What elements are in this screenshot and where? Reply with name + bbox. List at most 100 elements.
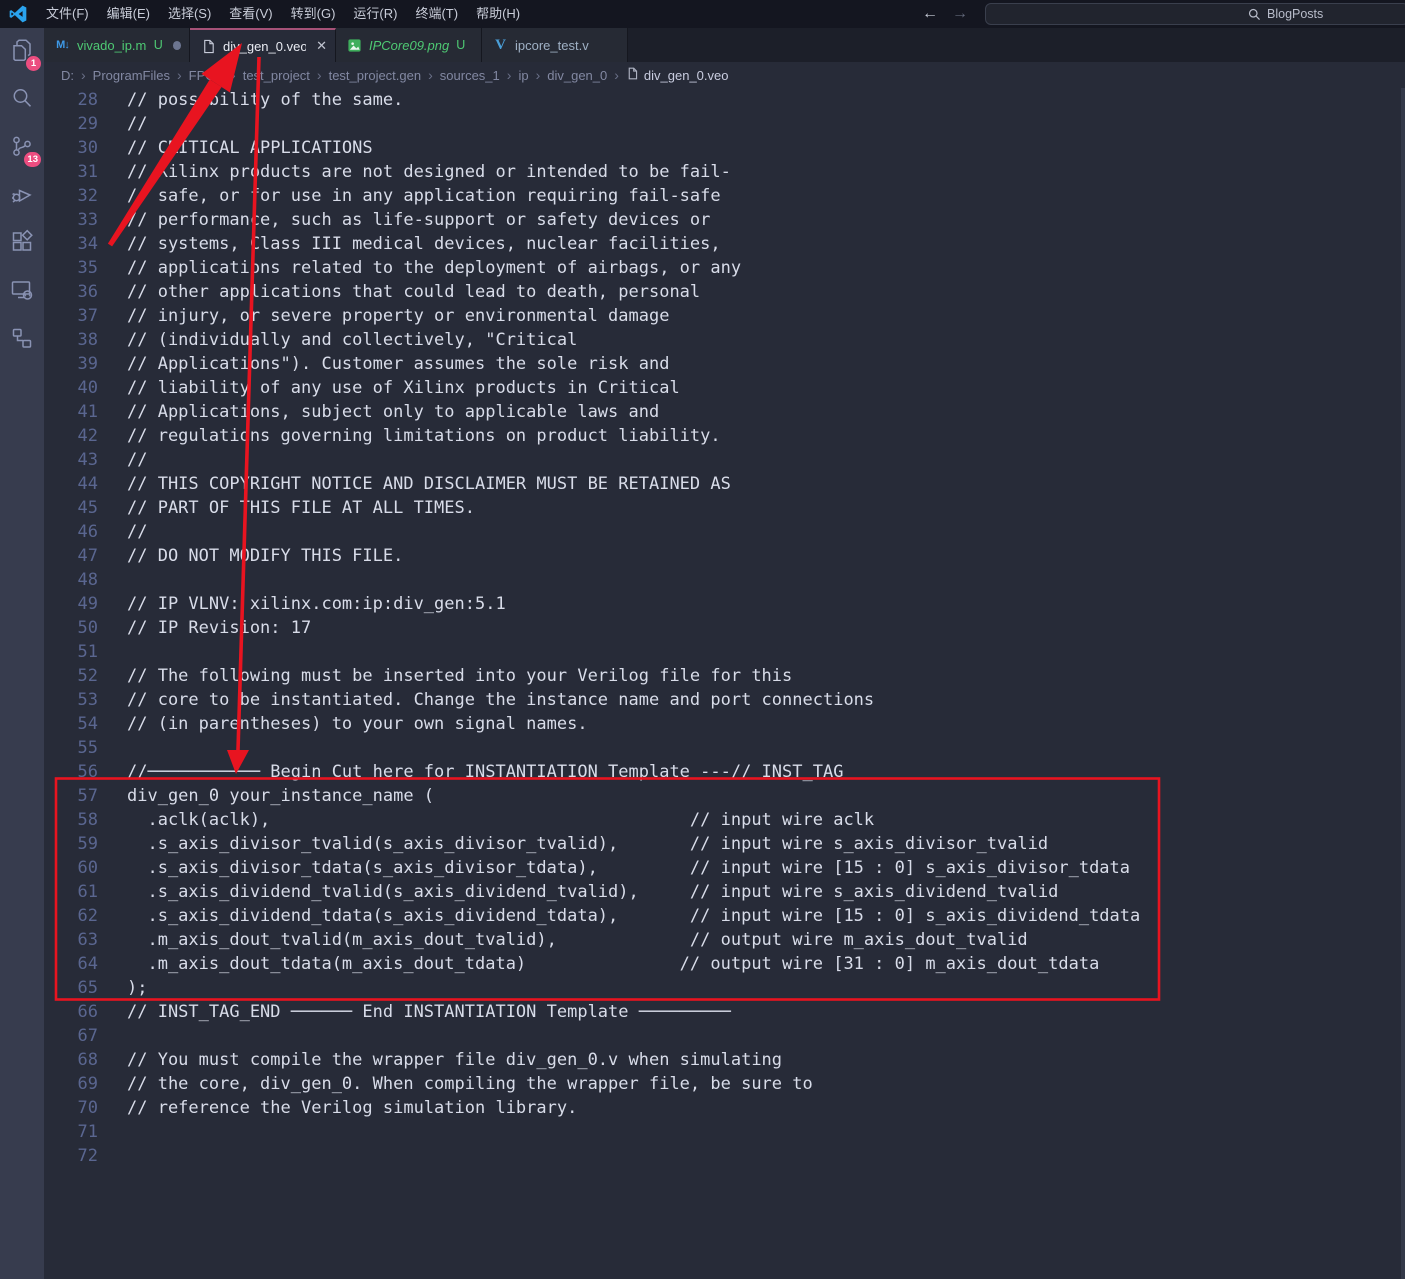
line-content: .s_axis_divisor_tvalid(s_axis_divisor_tv… [98,832,1048,856]
code-line: 62 .s_axis_dividend_tdata(s_axis_dividen… [44,904,1405,928]
line-number: 64 [44,952,98,976]
line-content: // Applications"). Customer assumes the … [98,352,669,376]
line-content: //─────────── Begin Cut here for INSTANT… [98,760,843,784]
tab-vivado_ip.md[interactable]: M↓vivado_ip.mdU [44,28,190,62]
line-content: // IP Revision: 17 [98,616,311,640]
code-line: 44// THIS COPYRIGHT NOTICE AND DISCLAIME… [44,472,1405,496]
activity-item-references[interactable] [0,316,44,364]
line-number: 72 [44,1144,98,1168]
activity-item-source-control[interactable]: 13 [0,124,44,172]
line-number: 45 [44,496,98,520]
menu-item-5[interactable]: 运行(R) [344,0,406,28]
activity-item-search[interactable] [0,76,44,124]
line-content: // [98,112,147,136]
close-icon[interactable]: ✕ [316,38,327,54]
code-line: 54// (in parentheses) to your own signal… [44,712,1405,736]
line-number: 51 [44,640,98,664]
breadcrumb-item-divgen0[interactable]: div_gen_0 [547,68,607,83]
line-content: // Applications, subject only to applica… [98,400,659,424]
menu-item-0[interactable]: 文件(F) [37,0,98,28]
code-line: 37// injury, or severe property or envir… [44,304,1405,328]
breadcrumb-item-FPGA[interactable]: FPGA [189,68,224,83]
code-line: 66// INST_TAG_END ────── End INSTANTIATI… [44,1000,1405,1024]
tab-IPCore09.png[interactable]: IPCore09.pngU [336,28,482,62]
tab-div_gen_0.veo[interactable]: div_gen_0.veo ✕ [190,28,336,62]
line-number: 63 [44,928,98,952]
menu-item-1[interactable]: 编辑(E) [98,0,159,28]
breadcrumb-item-ip[interactable]: ip [518,68,528,83]
line-content: .m_axis_dout_tvalid(m_axis_dout_tvalid),… [98,928,1028,952]
breadcrumb-item-ProgramFiles[interactable]: ProgramFiles [93,68,170,83]
code-line: 40// liability of any use of Xilinx prod… [44,376,1405,400]
activity-item-explorer[interactable]: 1 [0,28,44,76]
code-line: 56//─────────── Begin Cut here for INSTA… [44,760,1405,784]
line-number: 42 [44,424,98,448]
code-editor[interactable]: 28// possibility of the same.29//30// CR… [44,88,1405,1279]
line-number: 52 [44,664,98,688]
menu-item-3[interactable]: 查看(V) [220,0,281,28]
line-content: // CRITICAL APPLICATIONS [98,136,373,160]
line-number: 58 [44,808,98,832]
chevron-right-icon: › [231,67,236,83]
chevron-right-icon: › [317,67,322,83]
line-content: // systems, Class III medical devices, n… [98,232,721,256]
line-content: .aclk(aclk), // input wire aclk [98,808,874,832]
code-line: 58 .aclk(aclk), // input wire aclk [44,808,1405,832]
line-number: 44 [44,472,98,496]
code-line: 50// IP Revision: 17 [44,616,1405,640]
activity-item-remote-explorer[interactable] [0,268,44,316]
code-line: 39// Applications"). Customer assumes th… [44,352,1405,376]
line-content: // reference the Verilog simulation libr… [98,1096,577,1120]
code-line: 72 [44,1144,1405,1168]
line-content: // You must compile the wrapper file div… [98,1048,782,1072]
activity-item-extensions[interactable] [0,220,44,268]
line-content: // INST_TAG_END ────── End INSTANTIATION… [98,1000,731,1024]
tab-label: IPCore09.png [369,38,449,53]
code-line: 41// Applications, subject only to appli… [44,400,1405,424]
run-debug-icon [9,181,35,212]
verilog-icon: V [492,37,509,54]
command-center-search[interactable]: BlogPosts [985,3,1405,25]
line-content: // (individually and collectively, "Crit… [98,328,577,352]
menu-item-4[interactable]: 转到(G) [282,0,345,28]
line-content: // liability of any use of Xilinx produc… [98,376,680,400]
line-number: 40 [44,376,98,400]
menu-item-2[interactable]: 选择(S) [159,0,220,28]
activity-badge: 13 [24,152,41,167]
nav-forward-button[interactable]: → [952,5,968,23]
tab-label: vivado_ip.md [77,38,147,53]
code-line: 36// other applications that could lead … [44,280,1405,304]
search-text: BlogPosts [1267,7,1323,21]
nav-back-button[interactable]: ← [922,5,938,23]
code-line: 68// You must compile the wrapper file d… [44,1048,1405,1072]
tab-label: div_gen_0.veo [223,39,306,54]
line-content: // The following must be inserted into y… [98,664,792,688]
code-line: 43// [44,448,1405,472]
line-number: 39 [44,352,98,376]
code-line: 70// reference the Verilog simulation li… [44,1096,1405,1120]
breadcrumb-item-D[interactable]: D: [61,68,74,83]
breadcrumb-file[interactable]: div_gen_0.veo [626,67,729,83]
code-line: 33// performance, such as life-support o… [44,208,1405,232]
line-number: 43 [44,448,98,472]
menu-item-7[interactable]: 帮助(H) [467,0,529,28]
line-content: // THIS COPYRIGHT NOTICE AND DISCLAIMER … [98,472,731,496]
line-content: // performance, such as life-support or … [98,208,710,232]
breadcrumb-item-testprojectgen[interactable]: test_project.gen [329,68,422,83]
tab-ipcore_test.v[interactable]: Vipcore_test.v [482,28,628,62]
line-number: 34 [44,232,98,256]
line-number: 41 [44,400,98,424]
editor-scrollbar[interactable] [1401,88,1405,1279]
line-number: 48 [44,568,98,592]
breadcrumb-item-sources1[interactable]: sources_1 [440,68,500,83]
menu-item-6[interactable]: 终端(T) [406,0,467,28]
breadcrumb: D:›ProgramFiles›FPGA›test_project›test_p… [44,62,1405,88]
breadcrumb-item-testproject[interactable]: test_project [243,68,310,83]
code-line: 67 [44,1024,1405,1048]
line-number: 32 [44,184,98,208]
code-line: 63 .m_axis_dout_tvalid(m_axis_dout_tvali… [44,928,1405,952]
code-line: 57div_gen_0 your_instance_name ( [44,784,1405,808]
activity-item-run-debug[interactable] [0,172,44,220]
vscode-logo [8,4,28,24]
code-line: 28// possibility of the same. [44,88,1405,112]
